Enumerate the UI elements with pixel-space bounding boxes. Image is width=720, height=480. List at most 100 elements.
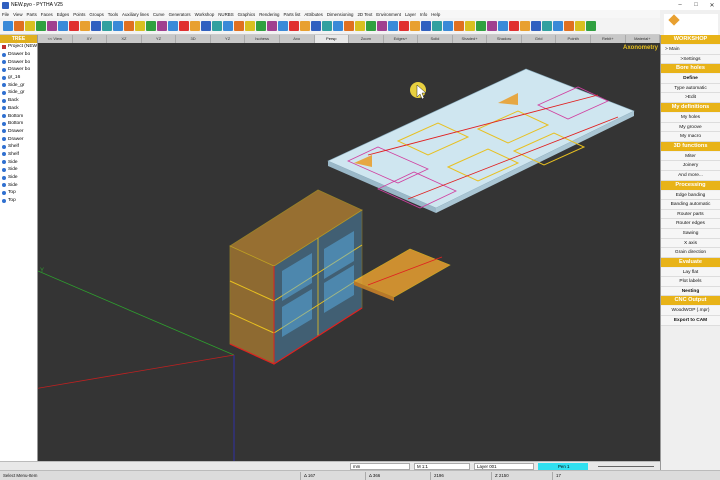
workshop-button[interactable]: Joinery [661, 161, 720, 171]
tree-item[interactable]: Drawer bo [0, 66, 37, 74]
workshop-button[interactable]: My holes [661, 112, 720, 123]
toolbar-tool-icon[interactable] [564, 21, 574, 31]
tree-item[interactable]: Side [0, 174, 37, 182]
toolbar-tool-icon[interactable] [190, 21, 200, 31]
tree-item[interactable]: Top [0, 197, 37, 205]
workshop-button[interactable]: Export to CAM [661, 316, 720, 326]
menu-item[interactable]: Parts [27, 12, 37, 17]
tree-item[interactable]: Side [0, 166, 37, 174]
toolbar-tool-icon[interactable] [14, 21, 24, 31]
tree-item[interactable]: Drawer bo [0, 58, 37, 66]
layer-field[interactable]: Layer 001 [474, 462, 534, 470]
view-tab[interactable]: XZ [107, 35, 142, 43]
toolbar-tool-icon[interactable] [201, 21, 211, 31]
menu-item[interactable]: Rendering [259, 12, 279, 17]
3d-viewport[interactable]: Y Axonometry [38, 43, 660, 461]
tree-item[interactable]: Shelf [0, 151, 37, 159]
workshop-button[interactable]: Grain direction [661, 248, 720, 258]
menu-item[interactable]: Workshop [195, 12, 215, 17]
view-tab[interactable]: YZ [211, 35, 246, 43]
menu-item[interactable]: Points [73, 12, 85, 17]
view-tab[interactable]: Rebit+ [591, 35, 626, 43]
toolbar-tool-icon[interactable] [234, 21, 244, 31]
view-tab[interactable]: << View [38, 35, 73, 43]
zoom-slider[interactable] [598, 465, 654, 467]
workshop-button[interactable]: X axis [661, 238, 720, 249]
toolbar-tool-icon[interactable] [146, 21, 156, 31]
workshop-button[interactable]: Lay flat [661, 267, 720, 278]
maximize-icon[interactable]: □ [688, 2, 704, 9]
toolbar-tool-icon[interactable] [36, 21, 46, 31]
tree-item[interactable]: Side_gr [0, 81, 37, 89]
menu-item[interactable]: Curve [153, 12, 165, 17]
toolbar-tool-icon[interactable] [278, 21, 288, 31]
view-tab[interactable]: XY [73, 35, 108, 43]
workshop-button[interactable]: Type automatic [661, 83, 720, 94]
toolbar-tool-icon[interactable] [443, 21, 453, 31]
workshop-button[interactable]: >Settings [661, 54, 720, 65]
toolbar-tool-icon[interactable] [289, 21, 299, 31]
toolbar-tool-icon[interactable] [399, 21, 409, 31]
toolbar-tool-icon[interactable] [432, 21, 442, 31]
workshop-button[interactable]: Plot labels [661, 277, 720, 287]
tree-item[interactable]: Side_gr [0, 89, 37, 97]
toolbar-tool-icon[interactable] [179, 21, 189, 31]
toolbar-tool-icon[interactable] [454, 21, 464, 31]
tree-item[interactable]: gr_16 [0, 74, 37, 82]
view-tab[interactable]: Isohess [245, 35, 280, 43]
menu-item[interactable]: Generators [169, 12, 191, 17]
toolbar-tool-icon[interactable] [498, 21, 508, 31]
workshop-button[interactable]: WoodWOP (.mpr) [661, 306, 720, 317]
tree-item[interactable]: Side [0, 181, 37, 189]
toolbar-tool-icon[interactable] [91, 21, 101, 31]
toolbar-tool-icon[interactable] [553, 21, 563, 31]
workshop-button[interactable]: Define [661, 74, 720, 84]
workshop-button[interactable]: > Main [661, 45, 720, 55]
toolbar-tool-icon[interactable] [47, 21, 57, 31]
toolbar-tool-icon[interactable] [124, 21, 134, 31]
menu-item[interactable]: Graphics [238, 12, 256, 17]
toolbar-tool-icon[interactable] [80, 21, 90, 31]
view-tab[interactable]: Shadow [487, 35, 522, 43]
tree-item[interactable]: Drawer [0, 135, 37, 143]
toolbar-tool-icon[interactable] [256, 21, 266, 31]
tree-item[interactable]: Side [0, 158, 37, 166]
tree-item[interactable]: Bottom [0, 112, 37, 120]
view-tab[interactable]: Persp [314, 35, 350, 43]
menu-item[interactable]: Auxiliary lines [122, 12, 149, 17]
view-tab[interactable]: YZ [142, 35, 177, 43]
tree-item[interactable]: Back [0, 97, 37, 105]
toolbar-tool-icon[interactable] [520, 21, 530, 31]
toolbar-tool-icon[interactable] [3, 21, 13, 31]
toolbar-tool-icon[interactable] [410, 21, 420, 31]
view-tab[interactable]: Solid [418, 35, 453, 43]
toolbar-tool-icon[interactable] [322, 21, 332, 31]
toolbar-tool-icon[interactable] [586, 21, 596, 31]
workshop-button[interactable]: Sawing [661, 228, 720, 239]
toolbar-tool-icon[interactable] [355, 21, 365, 31]
view-tab[interactable]: Axo [280, 35, 315, 43]
view-tab[interactable]: Pointh [556, 35, 591, 43]
toolbar-tool-icon[interactable] [366, 21, 376, 31]
menu-item[interactable]: Help [431, 12, 440, 17]
toolbar-tool-icon[interactable] [476, 21, 486, 31]
view-tab[interactable]: 3D [176, 35, 211, 43]
toolbar-tool-icon[interactable] [344, 21, 354, 31]
menu-item[interactable]: 2D Text [357, 12, 372, 17]
toolbar-tool-icon[interactable] [531, 21, 541, 31]
workshop-button[interactable]: Nesting [661, 286, 720, 297]
tree-item[interactable]: Back [0, 105, 37, 113]
tree-item[interactable]: Shelf [0, 143, 37, 151]
tree-item[interactable]: Drawer bo [0, 51, 37, 59]
menu-item[interactable]: Attributes [304, 12, 323, 17]
workshop-button[interactable]: Router parts [661, 209, 720, 220]
menu-item[interactable]: Edges [57, 12, 69, 17]
scale-field[interactable]: M 1:1 [414, 462, 470, 470]
toolbar-tool-icon[interactable] [135, 21, 145, 31]
menu-item[interactable]: Layer [405, 12, 416, 17]
toolbar-tool-icon[interactable] [267, 21, 277, 31]
workshop-button[interactable]: Edge banding [661, 190, 720, 201]
menu-item[interactable]: Groups [89, 12, 103, 17]
menu-item[interactable]: Info [420, 12, 427, 17]
menu-item[interactable]: Parts list [283, 12, 300, 17]
